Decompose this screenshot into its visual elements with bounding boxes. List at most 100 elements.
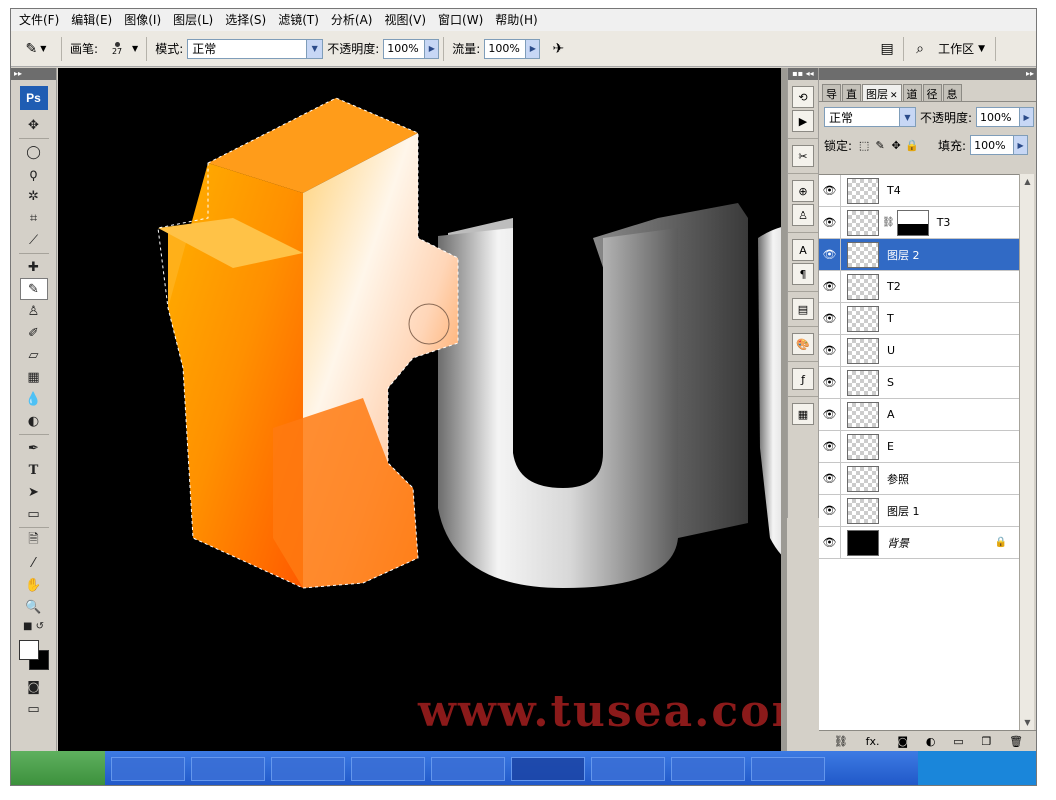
layer-row[interactable]: 👁 U: [819, 334, 1019, 367]
eye-icon[interactable]: 👁: [819, 270, 841, 303]
palette-well-button[interactable]: ▤: [875, 37, 899, 61]
taskbar-item[interactable]: [431, 757, 505, 781]
eye-icon[interactable]: 👁: [819, 206, 841, 239]
tab-navigator[interactable]: 导: [822, 84, 841, 101]
gradient-tool-icon[interactable]: ▦: [20, 366, 48, 388]
system-tray[interactable]: [918, 751, 1036, 785]
tab-channels[interactable]: 道: [902, 84, 922, 101]
zoom-tool-icon[interactable]: 🔍: [20, 596, 48, 618]
lock-position-icon[interactable]: ✥: [888, 139, 904, 152]
eye-icon[interactable]: 👁: [819, 462, 841, 495]
tool-presets-icon[interactable]: ✂: [792, 145, 814, 167]
eyedropper-tool-icon[interactable]: ⁄: [20, 552, 48, 574]
trash-icon[interactable]: 🗑: [1009, 735, 1023, 748]
chain-link-icon[interactable]: ⛓: [882, 217, 895, 228]
hand-tool-icon[interactable]: ✋: [20, 574, 48, 596]
menu-filter[interactable]: 滤镜(T): [274, 9, 327, 31]
menu-file[interactable]: 文件(F): [15, 9, 67, 31]
close-icon[interactable]: ✕: [890, 91, 898, 101]
color-palette-icon[interactable]: 🎨: [792, 333, 814, 355]
eye-icon[interactable]: 👁: [819, 175, 841, 207]
tab-info[interactable]: 息: [942, 84, 962, 101]
bridge-button[interactable]: ⌕: [908, 37, 932, 61]
workspace-menu[interactable]: 工作区 ▼: [932, 40, 991, 57]
layer-row[interactable]: 👁 背景 🔒: [819, 526, 1019, 559]
styles-icon[interactable]: ƒ: [792, 368, 814, 390]
type-tool-icon[interactable]: T: [20, 459, 48, 481]
lock-transparency-icon[interactable]: ⬚: [856, 139, 872, 152]
notes-tool-icon[interactable]: 🗎: [20, 530, 48, 552]
chevron-right-icon[interactable]: ▶: [1013, 136, 1028, 154]
flow-field[interactable]: 100% ▶: [484, 38, 541, 59]
menu-window[interactable]: 窗口(W): [434, 9, 491, 31]
clone-source-icon[interactable]: ♙: [792, 204, 814, 226]
tab-paths[interactable]: 径: [922, 84, 942, 101]
layer-mask-thumbnail[interactable]: [896, 209, 929, 236]
character-icon[interactable]: A: [792, 239, 814, 261]
brush-tool-icon[interactable]: ✎: [19, 278, 48, 300]
blur-tool-icon[interactable]: 💧: [20, 388, 48, 410]
layer-opacity-field[interactable]: 100% ▶: [976, 107, 1035, 127]
layer-list-scrollbar[interactable]: ▲ ▼: [1019, 174, 1034, 730]
expand-dock-button[interactable]: ▪▪ ◂◂: [788, 68, 818, 80]
magic-wand-tool-icon[interactable]: ✲: [20, 185, 48, 207]
taskbar-item[interactable]: [751, 757, 825, 781]
scroll-up-icon[interactable]: ▲: [1020, 174, 1035, 189]
path-selection-tool-icon[interactable]: ➤: [20, 481, 48, 503]
menu-help[interactable]: 帮助(H): [491, 9, 545, 31]
layer-row[interactable]: 👁 S: [819, 366, 1019, 399]
eye-icon[interactable]: 👁: [819, 366, 841, 399]
layer-row[interactable]: 👁 A: [819, 398, 1019, 431]
fill-field[interactable]: 100% ▶: [970, 135, 1029, 155]
collapse-panel-button[interactable]: ▸▸: [819, 68, 1036, 80]
chevron-right-icon[interactable]: ▶: [424, 39, 439, 58]
taskbar-item[interactable]: [271, 757, 345, 781]
eraser-tool-icon[interactable]: ▱: [20, 344, 48, 366]
clone-stamp-tool-icon[interactable]: ♙: [20, 300, 48, 322]
eye-icon[interactable]: 👁: [819, 398, 841, 431]
pen-tool-icon[interactable]: ✒: [20, 437, 48, 459]
eye-icon[interactable]: 👁: [819, 526, 841, 559]
document-canvas[interactable]: www.tusea.com: [58, 68, 781, 751]
adjustment-layer-icon[interactable]: ◐: [926, 735, 936, 748]
foreground-color-swatch[interactable]: [18, 640, 39, 660]
brushes-icon[interactable]: ⊕: [792, 180, 814, 202]
marquee-tool-icon[interactable]: ◯: [20, 141, 48, 163]
tool-preset-picker[interactable]: ✎ ▼: [15, 35, 57, 63]
layer-row[interactable]: 👁 T2: [819, 270, 1019, 303]
start-button[interactable]: [11, 751, 105, 785]
healing-brush-tool-icon[interactable]: ✚: [20, 256, 48, 278]
layer-row[interactable]: 👁 T4: [819, 175, 1019, 207]
swap-colors-icon[interactable]: ■ ↺: [20, 618, 48, 634]
history-brush-tool-icon[interactable]: ✐: [20, 322, 48, 344]
taskbar-item[interactable]: [191, 757, 265, 781]
actions-icon[interactable]: ▶: [792, 110, 814, 132]
layer-row-selected[interactable]: 👁 图层 2: [819, 238, 1019, 271]
new-group-icon[interactable]: ▭: [953, 735, 963, 748]
taskbar-item[interactable]: [351, 757, 425, 781]
layer-comps-icon[interactable]: ▤: [792, 298, 814, 320]
slice-tool-icon[interactable]: ⟋: [20, 229, 48, 251]
menu-edit[interactable]: 编辑(E): [67, 9, 120, 31]
layer-row[interactable]: 👁 参照: [819, 462, 1019, 495]
chevron-down-icon[interactable]: ▼: [132, 44, 138, 53]
menu-select[interactable]: 选择(S): [221, 9, 274, 31]
opacity-field[interactable]: 100% ▶: [383, 38, 440, 59]
swatches-icon[interactable]: ▦: [792, 403, 814, 425]
layer-row[interactable]: 👁 E: [819, 430, 1019, 463]
taskbar-item[interactable]: [591, 757, 665, 781]
menu-view[interactable]: 视图(V): [380, 9, 434, 31]
taskbar-item[interactable]: [671, 757, 745, 781]
tab-layers[interactable]: 图层 ✕: [862, 84, 902, 101]
chevron-right-icon[interactable]: ▶: [1019, 108, 1034, 126]
new-layer-icon[interactable]: ❐: [981, 735, 991, 748]
lock-pixels-icon[interactable]: ✎: [872, 139, 888, 152]
layer-style-icon[interactable]: fx.: [866, 735, 880, 748]
taskbar-item[interactable]: [111, 757, 185, 781]
history-icon[interactable]: ⟲: [792, 86, 814, 108]
airbrush-button[interactable]: ✈: [546, 37, 570, 61]
crop-tool-icon[interactable]: ⌗: [20, 207, 48, 229]
menu-layer[interactable]: 图层(L): [169, 9, 221, 31]
layer-row[interactable]: 👁 ⛓ T3: [819, 206, 1019, 239]
eye-icon[interactable]: 👁: [819, 430, 841, 463]
